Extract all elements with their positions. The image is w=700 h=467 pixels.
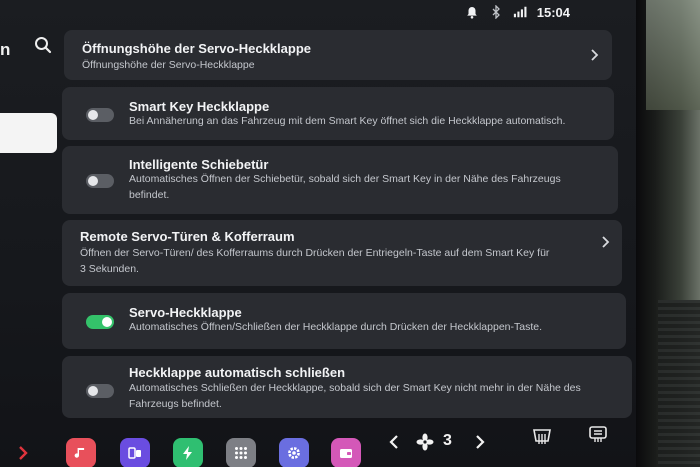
setting-description: Öffnungshöhe der Servo-Heckklappe — [82, 59, 255, 71]
setting-title: Remote Servo-Türen & Kofferraum — [80, 229, 295, 244]
app-grid-icon[interactable] — [226, 438, 256, 467]
display-screen: 15:04 n Öffnungshöhe der Servo-Heckklapp… — [0, 0, 640, 467]
setting-description: Automatisches Schließen der Heckklappe, … — [129, 382, 581, 410]
page-title-fragment: n — [0, 40, 11, 59]
wallet-app-icon[interactable] — [331, 438, 361, 467]
toggle-knob — [88, 110, 98, 120]
setting-auto-close-tailgate: Heckklappe automatisch schließen Automat… — [62, 356, 632, 418]
toggle-knob — [88, 386, 98, 396]
toggle-knob — [102, 317, 112, 327]
search-icon[interactable] — [34, 36, 52, 54]
setting-description: Bei Annäherung an das Fahrzeug mit dem S… — [129, 115, 566, 127]
fan-level: 3 — [443, 432, 452, 449]
toggle-servo-tailgate[interactable] — [86, 315, 114, 329]
toggle-intelligent-sliding-door[interactable] — [86, 174, 114, 188]
toggle-knob — [88, 176, 98, 186]
fan-icon — [416, 433, 434, 451]
setting-smart-key-tailgate: Smart Key Heckklappe Bei Annäherung an d… — [62, 87, 614, 140]
toggle-smart-key-tailgate[interactable] — [86, 108, 114, 122]
rear-defrost-icon[interactable] — [532, 428, 552, 446]
setting-description: Automatisches Öffnen/Schließen der Heckk… — [129, 321, 543, 333]
setting-description: Öffnen der Servo-Türen/ des Kofferraums … — [80, 247, 550, 275]
bell-icon — [465, 5, 479, 19]
setting-title: Öffnungshöhe der Servo-Heckklappe — [82, 41, 311, 56]
energy-app-icon[interactable] — [173, 438, 203, 467]
bluetooth-icon — [489, 5, 503, 19]
setting-title: Servo-Heckklappe — [129, 305, 242, 320]
selected-menu-item[interactable] — [0, 113, 57, 153]
settings-app-icon[interactable] — [279, 438, 309, 467]
setting-servo-tailgate: Servo-Heckklappe Automatisches Öffnen/Sc… — [62, 293, 626, 349]
setting-opening-height[interactable]: Öffnungshöhe der Servo-Heckklappe Öffnun… — [64, 30, 612, 80]
status-bar: 15:04 — [465, 2, 570, 22]
phone-link-app-icon[interactable] — [120, 438, 150, 467]
setting-intelligent-sliding-door: Intelligente Schiebetür Automatisches Öf… — [62, 146, 618, 214]
dock-back-arrow-icon[interactable] — [16, 444, 30, 462]
chevron-right-icon — [602, 236, 610, 248]
toggle-auto-close-tailgate[interactable] — [86, 384, 114, 398]
setting-title: Heckklappe automatisch schließen — [129, 365, 346, 380]
setting-description: Automatisches Öffnen der Schiebetür, sob… — [129, 173, 561, 201]
fan-increase-icon[interactable] — [474, 434, 486, 450]
clock: 15:04 — [536, 4, 570, 20]
setting-title: Smart Key Heckklappe — [129, 99, 270, 114]
chevron-right-icon — [591, 49, 599, 61]
signal-icon — [513, 5, 527, 19]
display-bezel — [636, 0, 700, 467]
setting-title: Intelligente Schiebetür — [129, 157, 269, 172]
fan-decrease-icon[interactable] — [388, 434, 400, 450]
setting-remote-servo-doors[interactable]: Remote Servo-Türen & Kofferraum Öffnen d… — [62, 220, 622, 286]
music-app-icon[interactable] — [66, 438, 96, 467]
front-defrost-icon[interactable] — [588, 425, 608, 443]
